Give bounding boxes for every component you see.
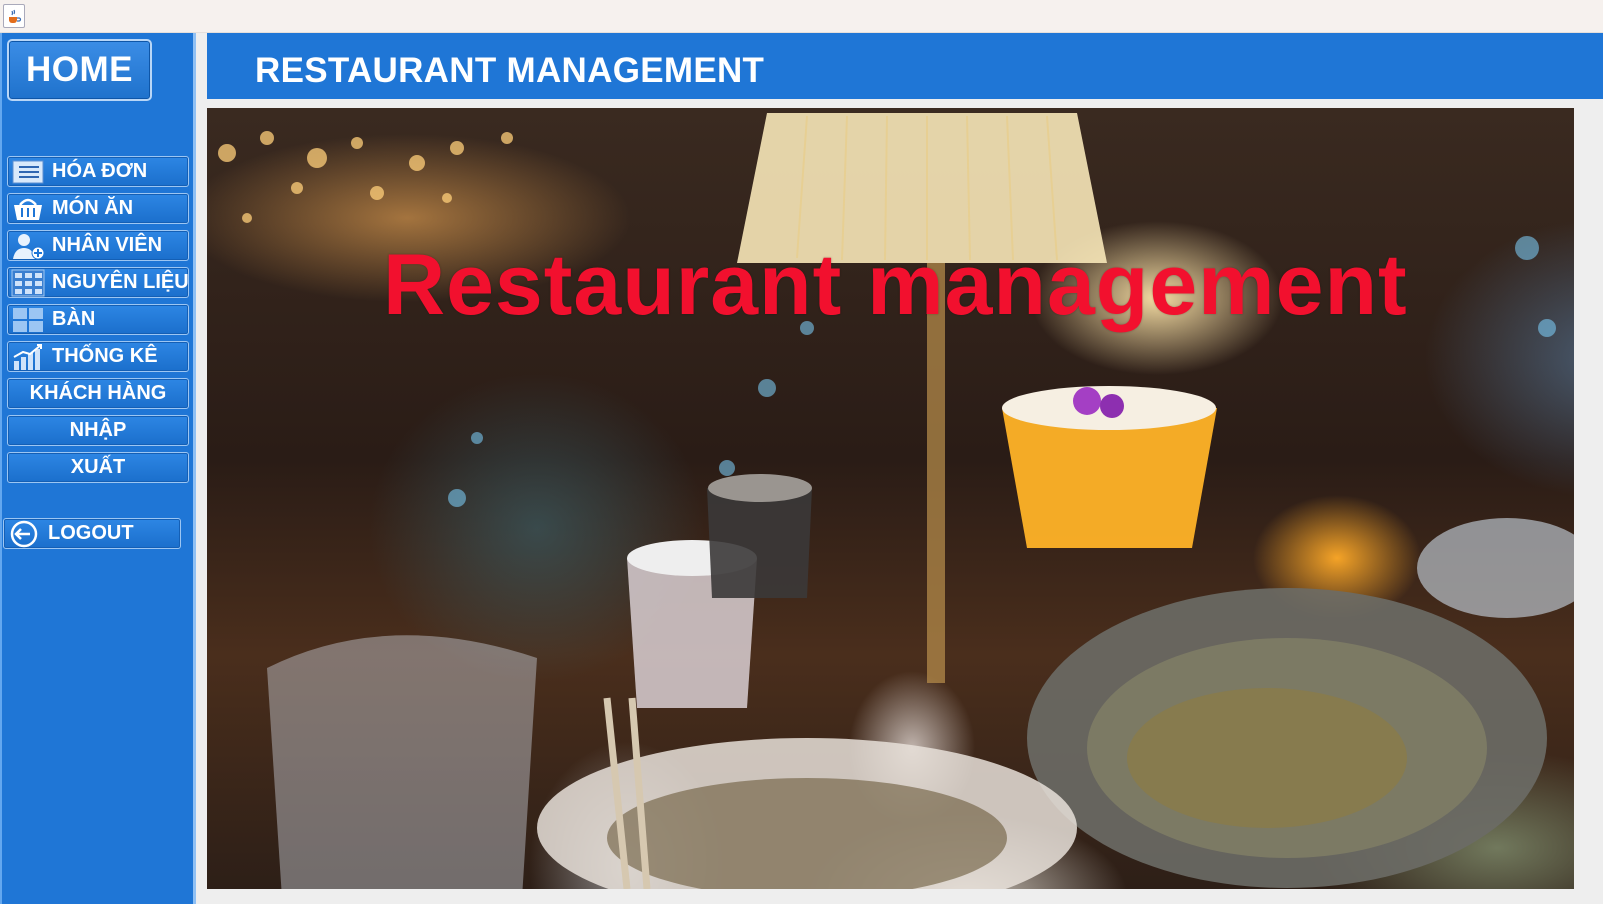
- restaurant-photo: [218, 113, 1574, 889]
- sidebar-item-label: XUẤT: [70, 456, 126, 478]
- bar-chart-icon: [10, 343, 46, 371]
- home-button[interactable]: HOME: [7, 39, 152, 101]
- sidebar-item-dishes[interactable]: MÓN ĂN: [7, 193, 189, 224]
- hero-image: Restaurant management: [207, 108, 1574, 889]
- sidebar-item-customers[interactable]: KHÁCH HÀNG: [7, 378, 189, 409]
- sidebar-item-label: NGUYÊN LIỆU: [52, 271, 189, 293]
- sidebar-item-label: KHÁCH HÀNG: [29, 382, 167, 404]
- logout-label: LOGOUT: [48, 522, 134, 544]
- sidebar: HOME HÓA ĐƠN MÓN ĂN NHÂN VIÊN NGUYÊN LIỆ…: [0, 33, 196, 904]
- sidebar-item-import[interactable]: NHẬP: [7, 415, 189, 446]
- sidebar-item-label: THỐNG KÊ: [52, 345, 158, 367]
- invoice-list-icon: [10, 158, 46, 186]
- basket-icon: [10, 195, 46, 223]
- logout-arrow-icon: [6, 520, 42, 548]
- sidebar-item-label: NHÂN VIÊN: [52, 234, 163, 256]
- sidebar-item-ingredients[interactable]: NGUYÊN LIỆU: [7, 267, 189, 298]
- sidebar-item-invoices[interactable]: HÓA ĐƠN: [7, 156, 189, 187]
- header-bar: RESTAURANT MANAGEMENT: [207, 33, 1603, 99]
- table-grid-icon: [10, 306, 46, 334]
- java-coffee-icon[interactable]: [3, 4, 25, 28]
- sidebar-item-export[interactable]: XUẤT: [7, 452, 189, 483]
- ingredients-grid-icon: [10, 269, 46, 297]
- logout-button[interactable]: LOGOUT: [3, 518, 181, 549]
- hero-overlay-title: Restaurant management: [383, 237, 1408, 333]
- sidebar-item-label: NHẬP: [69, 419, 127, 441]
- add-employee-icon: [10, 232, 46, 260]
- sidebar-item-label: BÀN: [52, 308, 96, 330]
- sidebar-item-employees[interactable]: NHÂN VIÊN: [7, 230, 189, 261]
- window-title-bar: [0, 0, 1603, 33]
- page-title: RESTAURANT MANAGEMENT: [255, 51, 765, 90]
- sidebar-item-label: MÓN ĂN: [52, 197, 134, 219]
- sidebar-item-statistics[interactable]: THỐNG KÊ: [7, 341, 189, 372]
- sidebar-item-tables[interactable]: BÀN: [7, 304, 189, 335]
- sidebar-item-label: HÓA ĐƠN: [52, 160, 148, 182]
